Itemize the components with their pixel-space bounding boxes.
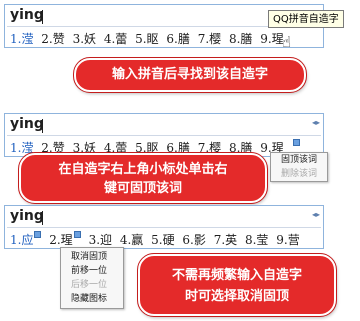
menu-item-pin-word[interactable]: 固顶该词 [271, 153, 327, 167]
candidate-5[interactable]: 5.眍 [135, 30, 158, 47]
ime-candidate-bar-3: ying ◂▸ 1.应 2.瑆 3.迎 4.赢 5.硬 6.影 7.英 8.莹 … [4, 205, 324, 249]
candidate-7[interactable]: 7.英 [214, 231, 237, 248]
context-menu-unpin: 取消固顶 前移一位 后移一位 隐藏图标 [60, 247, 124, 309]
candidate-list: 1.应 2.瑆 3.迎 4.赢 5.硬 6.影 7.英 8.莹 9.营 [10, 231, 304, 248]
pinyin-input-text[interactable]: ying [10, 208, 44, 224]
hand-cursor-icon: ☝ [282, 33, 292, 51]
menu-item-move-forward[interactable]: 前移一位 [61, 264, 123, 278]
pinned-marker-icon[interactable] [34, 231, 42, 238]
menu-item-hide-icon[interactable]: 隐藏图标 [61, 292, 123, 306]
menu-item-delete-word[interactable]: 删除该词 [271, 167, 327, 181]
candidate-2[interactable]: 2.瑆 [49, 231, 72, 248]
callout-text-line1: 不需再频繁输入自造字 [171, 268, 302, 283]
custom-char-pin-icon[interactable] [292, 139, 300, 146]
divider [7, 135, 321, 136]
callout-text-line2: 键可固顶该词 [103, 181, 182, 196]
candidate-3[interactable]: 3.妖 [73, 30, 96, 47]
text-caret [42, 10, 43, 24]
callout-unpin: 不需再频繁输入自造字 时可选择取消固顶 [137, 253, 337, 317]
text-caret [42, 119, 43, 133]
candidate-6[interactable]: 6.影 [182, 231, 205, 248]
candidate-4[interactable]: 4.蕾 [104, 30, 127, 47]
divider [7, 227, 321, 228]
callout-text-line2: 时可选择取消固顶 [184, 289, 289, 304]
menu-item-unpin[interactable]: 取消固顶 [61, 250, 123, 264]
ime-candidate-bar-2: ying ◂▸ 1.滢 2.赞 3.妖 4.蕾 5.眍 6.膳 7.樱 8.膳 … [4, 113, 324, 157]
candidate-9[interactable]: 9.营 [276, 231, 299, 248]
context-menu-pin: 固顶该词 删除该词 [270, 152, 328, 182]
callout-text-line1: 在自造字右上角小标处单击右 [58, 162, 228, 177]
callout-text: 输入拼音后寻找到该自造字 [111, 67, 268, 82]
candidate-5[interactable]: 5.硬 [151, 231, 174, 248]
candidate-4[interactable]: 4.赢 [120, 231, 143, 248]
menu-item-move-back[interactable]: 后移一位 [61, 278, 123, 292]
custom-char-tooltip: QQ拼音自造字 [268, 10, 344, 28]
pinned-marker-icon[interactable] [73, 231, 81, 238]
callout-right-click-pin: 在自造字右上角小标处单击右 键可固顶该词 [18, 152, 268, 204]
candidate-1[interactable]: 1.滢 [10, 30, 33, 47]
page-nav-arrows-icon[interactable]: ◂▸ [312, 210, 320, 219]
candidate-list: 1.滢 2.赞 3.妖 4.蕾 5.眍 6.膳 7.樱 8.膳 9.瑆 [10, 30, 288, 47]
pinyin-input-text[interactable]: ying [10, 7, 44, 23]
candidate-3[interactable]: 3.迎 [89, 231, 112, 248]
candidate-8[interactable]: 8.膳 [229, 30, 252, 47]
page-nav-arrows-icon[interactable]: ◂▸ [312, 118, 320, 127]
candidate-9[interactable]: 9.瑆 [260, 30, 283, 47]
candidate-7[interactable]: 7.樱 [198, 30, 221, 47]
candidate-2[interactable]: 2.赞 [41, 30, 64, 47]
candidate-8[interactable]: 8.莹 [245, 231, 268, 248]
candidate-1[interactable]: 1.应 [10, 231, 33, 248]
candidate-6[interactable]: 6.膳 [166, 30, 189, 47]
text-caret [42, 211, 43, 225]
pinyin-input-text[interactable]: ying [10, 116, 44, 132]
callout-find-custom-char: 输入拼音后寻找到该自造字 [73, 57, 307, 93]
